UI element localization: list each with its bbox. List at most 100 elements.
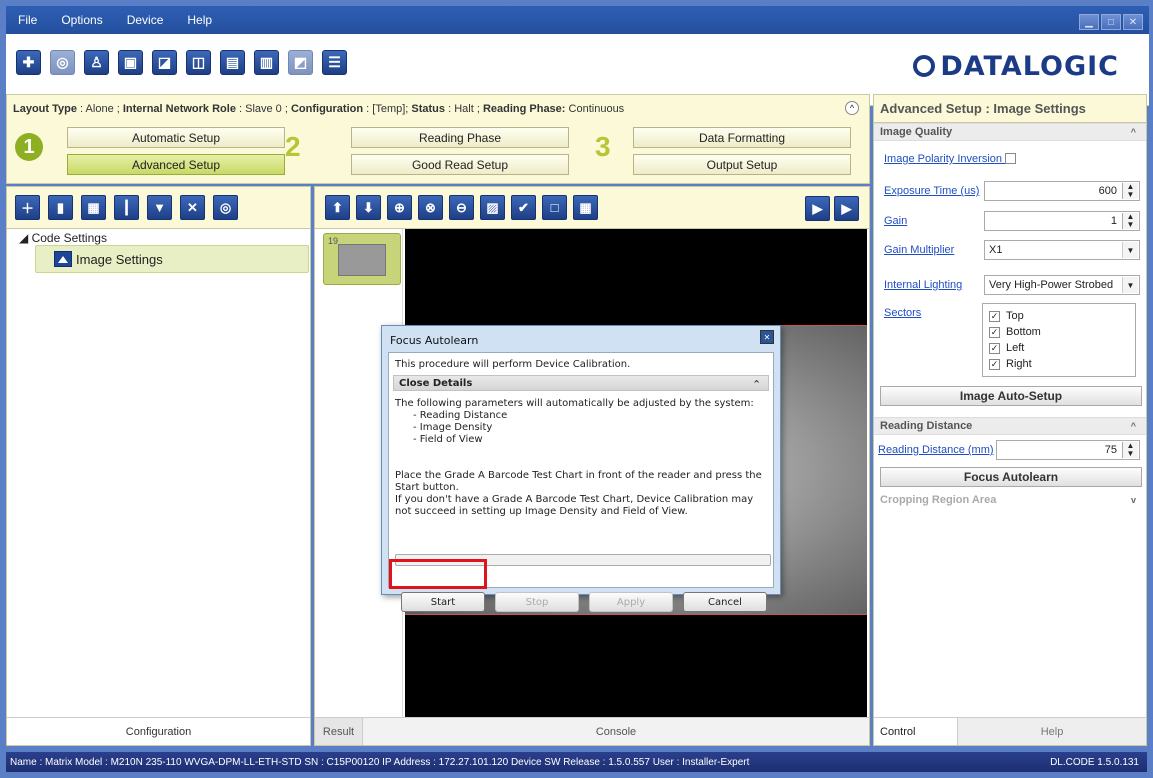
advanced-setup-button[interactable]: Advanced Setup bbox=[67, 154, 285, 175]
monitor-icon[interactable]: ◩ bbox=[288, 50, 313, 75]
start-button[interactable]: Start bbox=[401, 592, 485, 612]
section-reading-distance[interactable]: Reading Distance ^ bbox=[874, 417, 1146, 435]
zoom-in-icon[interactable]: ⊕ bbox=[387, 195, 412, 220]
sector-bottom-checkbox[interactable]: ✓ bbox=[989, 326, 1000, 338]
sector-bottom[interactable]: ✓ Bottom bbox=[989, 324, 1129, 340]
spinner-icon[interactable]: ▲ ▼ bbox=[1122, 442, 1138, 458]
internal-lighting-select[interactable]: Very High-Power Strobed ▼ bbox=[984, 275, 1140, 295]
image-polarity-text: Image Polarity Inversion bbox=[884, 153, 1002, 165]
menu-file[interactable]: File bbox=[6, 13, 49, 27]
sector-right-checkbox[interactable]: ✓ bbox=[989, 358, 1000, 370]
section-image-quality[interactable]: Image Quality ^ bbox=[874, 123, 1146, 141]
receive-config-icon[interactable]: ▥ bbox=[254, 50, 279, 75]
sector-left-checkbox[interactable]: ✓ bbox=[989, 342, 1000, 354]
load-config-icon[interactable]: ◪ bbox=[152, 50, 177, 75]
focus-autolearn-button[interactable]: Focus Autolearn bbox=[880, 467, 1142, 487]
image-polarity-checkbox[interactable] bbox=[1005, 153, 1017, 164]
sector-top-checkbox[interactable]: ✓ bbox=[989, 310, 1000, 322]
maximize-icon[interactable]: □ bbox=[1101, 14, 1121, 30]
dialog-close-icon[interactable]: ✕ bbox=[760, 330, 774, 344]
dialog-body: This procedure will perform Device Calib… bbox=[388, 352, 774, 612]
section-cropping-region[interactable]: Cropping Region Area v bbox=[874, 491, 1146, 509]
sector-left[interactable]: ✓ Left bbox=[989, 340, 1129, 356]
step1-number: 1 bbox=[15, 133, 43, 161]
reading-phase-label: Reading Phase: bbox=[482, 103, 566, 115]
user-icon[interactable]: ♙ bbox=[84, 50, 109, 75]
status-value: Halt bbox=[454, 103, 474, 115]
send-config-icon[interactable]: ▤ bbox=[220, 50, 245, 75]
data-formatting-button[interactable]: Data Formatting bbox=[633, 127, 851, 148]
menu-help[interactable]: Help bbox=[175, 13, 224, 27]
exposure-time-field[interactable]: 600 ▲ ▼ bbox=[984, 181, 1140, 201]
getting-started-icon[interactable]: ✚ bbox=[16, 50, 41, 75]
collapse-icon[interactable]: ^ bbox=[845, 101, 859, 115]
tree-root[interactable]: ◢ Code Settings bbox=[19, 231, 107, 245]
arrow-up-icon[interactable]: ⬆ bbox=[325, 195, 350, 220]
filter-icon[interactable]: ▼ bbox=[147, 195, 172, 220]
layout-type-value: Alone bbox=[85, 103, 114, 115]
postal-code-icon[interactable]: ┃ bbox=[114, 195, 139, 220]
close-details-header[interactable]: Close Details ^ bbox=[393, 375, 769, 391]
menu-device[interactable]: Device bbox=[115, 13, 176, 27]
section-cropping-label: Cropping Region Area bbox=[880, 494, 997, 506]
barcode-2d-icon[interactable]: ▦ bbox=[81, 195, 106, 220]
sector-bottom-label: Bottom bbox=[1006, 326, 1041, 338]
good-read-setup-button[interactable]: Good Read Setup bbox=[351, 154, 569, 175]
spinner-icon[interactable]: ▲ ▼ bbox=[1122, 213, 1138, 229]
frame-icon[interactable]: □ bbox=[542, 195, 567, 220]
focus-autolearn-dialog: Focus Autolearn ✕ This procedure will pe… bbox=[381, 325, 781, 612]
zoom-fit-icon[interactable]: ⊗ bbox=[418, 195, 443, 220]
zoom-out-icon[interactable]: ⊖ bbox=[449, 195, 474, 220]
delete-icon[interactable]: ✕ bbox=[180, 195, 205, 220]
cancel-button[interactable]: Cancel bbox=[683, 592, 767, 612]
add-code-icon[interactable]: ＋ bbox=[15, 195, 40, 220]
gain-multiplier-select[interactable]: X1 ▼ bbox=[984, 240, 1140, 260]
properties-title: Advanced Setup : Image Settings bbox=[874, 95, 1146, 123]
chevron-up-icon: ^ bbox=[1130, 127, 1136, 137]
open-device-icon[interactable]: ◎ bbox=[50, 50, 75, 75]
tab-console[interactable]: Console bbox=[363, 718, 869, 745]
thumbnail-number: 19 bbox=[328, 236, 339, 246]
tree-item-image-settings[interactable]: Image Settings bbox=[35, 245, 309, 273]
reading-phase-button[interactable]: Reading Phase bbox=[351, 127, 569, 148]
internal-lighting-label: Internal Lighting bbox=[884, 279, 963, 291]
exposure-time-label: Exposure Time (us) bbox=[884, 185, 980, 197]
arrow-down-icon[interactable]: ⬇ bbox=[356, 195, 381, 220]
settings-list-icon[interactable]: ☰ bbox=[322, 50, 347, 75]
play-controls: ▶ ▶ bbox=[805, 196, 859, 221]
close-icon[interactable]: ✕ bbox=[1123, 14, 1143, 30]
grid-icon[interactable]: ▦ bbox=[573, 195, 598, 220]
config-footer[interactable]: Configuration bbox=[7, 717, 310, 745]
image-thumbnail[interactable]: 19 bbox=[323, 233, 401, 285]
chevron-up-icon: ^ bbox=[1130, 421, 1136, 431]
save-config-icon[interactable]: ◫ bbox=[186, 50, 211, 75]
save-image-icon[interactable]: ▨ bbox=[480, 195, 505, 220]
sector-left-label: Left bbox=[1006, 342, 1025, 354]
configuration-label: Configuration bbox=[290, 103, 364, 115]
tab-control[interactable]: Control bbox=[874, 718, 958, 745]
image-auto-setup-button[interactable]: Image Auto-Setup bbox=[880, 386, 1142, 406]
play-icon[interactable]: ▶ bbox=[805, 196, 830, 221]
reading-distance-field[interactable]: 75 ▲ ▼ bbox=[996, 440, 1140, 460]
menu-options[interactable]: Options bbox=[49, 13, 114, 27]
spinner-icon[interactable]: ▲ ▼ bbox=[1122, 183, 1138, 199]
stop-button[interactable]: Stop bbox=[495, 592, 579, 612]
tab-help[interactable]: Help bbox=[958, 718, 1146, 745]
gain-field[interactable]: 1 ▲ ▼ bbox=[984, 211, 1140, 231]
automatic-setup-button[interactable]: Automatic Setup bbox=[67, 127, 285, 148]
minimize-icon[interactable]: ▁ bbox=[1079, 14, 1099, 30]
step-play-icon[interactable]: ▶ bbox=[834, 196, 859, 221]
apply-button[interactable]: Apply bbox=[589, 592, 673, 612]
barcode-1d-icon[interactable]: ▮ bbox=[48, 195, 73, 220]
window-icon[interactable]: ▣ bbox=[118, 50, 143, 75]
status-label: Status bbox=[411, 103, 446, 115]
check-icon[interactable]: ✔ bbox=[511, 195, 536, 220]
sector-top[interactable]: ✓ Top bbox=[989, 308, 1129, 324]
chevron-up-icon: ^ bbox=[753, 378, 760, 388]
autolearn-icon[interactable]: ◎ bbox=[213, 195, 238, 220]
output-setup-button[interactable]: Output Setup bbox=[633, 154, 851, 175]
close-details-label: Close Details bbox=[399, 377, 473, 389]
exposure-time-value: 600 bbox=[1098, 185, 1117, 197]
tab-result[interactable]: Result bbox=[315, 718, 363, 745]
sector-right[interactable]: ✓ Right bbox=[989, 356, 1129, 372]
